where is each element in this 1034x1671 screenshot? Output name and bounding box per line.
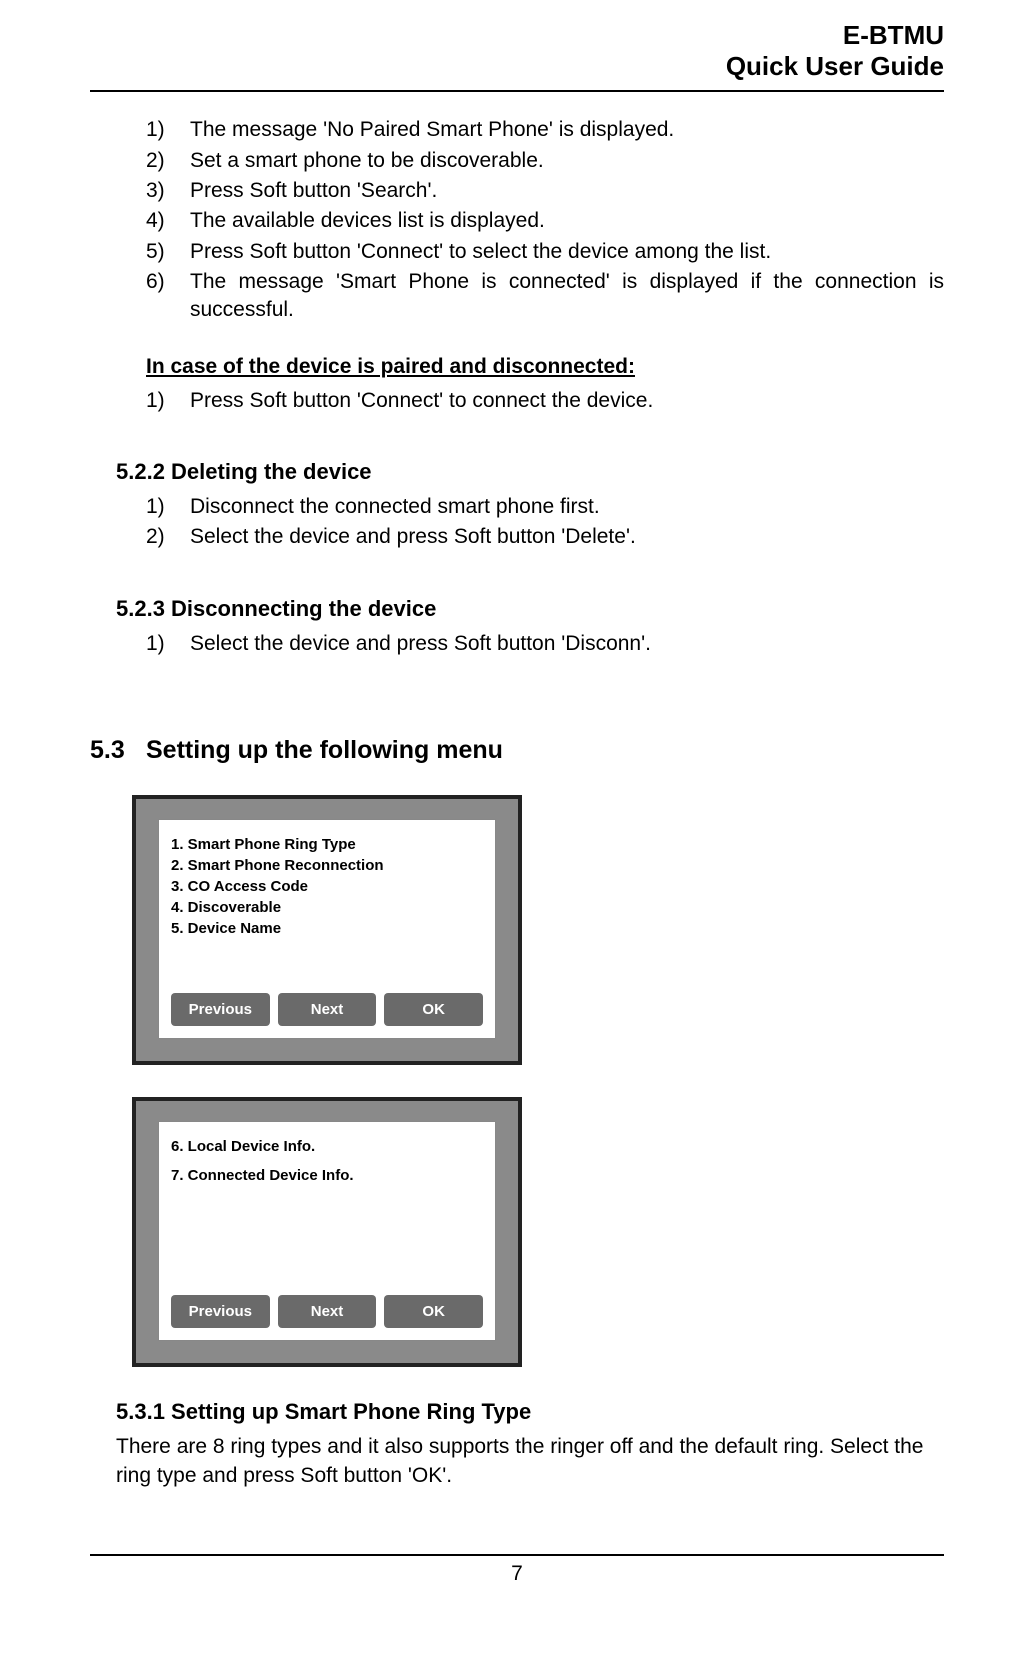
next-button[interactable]: Next	[278, 993, 377, 1026]
menu-item: 4. Discoverable	[171, 897, 483, 918]
heading-ring-type: 5.3.1 Setting up Smart Phone Ring Type	[90, 1399, 944, 1425]
list-item: 2)Select the device and press Soft butto…	[146, 523, 944, 551]
list-connect-step: 1)Press Soft button 'Connect' to connect…	[90, 387, 944, 415]
footer-rule	[90, 1554, 944, 1556]
soft-button-row: Previous Next OK	[171, 993, 483, 1026]
list-delete-steps: 1)Disconnect the connected smart phone f…	[90, 493, 944, 552]
heading-deleting-device: 5.2.2 Deleting the device	[90, 459, 944, 485]
header-rule	[90, 90, 944, 92]
device-screen-1: 1. Smart Phone Ring Type 2. Smart Phone …	[132, 795, 522, 1065]
header-line-2: Quick User Guide	[90, 51, 944, 82]
previous-button[interactable]: Previous	[171, 993, 270, 1026]
list-pairing-steps: 1)The message 'No Paired Smart Phone' is…	[90, 116, 944, 324]
list-item: 1)Disconnect the connected smart phone f…	[146, 493, 944, 521]
menu-list: 6. Local Device Info. 7. Connected Devic…	[171, 1136, 483, 1186]
subheading-paired-disconnected: In case of the device is paired and disc…	[90, 355, 635, 379]
heading-disconnecting-device: 5.2.3 Disconnecting the device	[90, 596, 944, 622]
list-item: 1)Select the device and press Soft butto…	[146, 630, 944, 658]
menu-item: 3. CO Access Code	[171, 876, 483, 897]
heading-number: 5.3	[90, 736, 146, 765]
heading-title: Setting up the following menu	[146, 736, 503, 765]
menu-list: 1. Smart Phone Ring Type 2. Smart Phone …	[171, 834, 483, 939]
list-item: 6)The message 'Smart Phone is connected'…	[146, 268, 944, 325]
screen-inner: 1. Smart Phone Ring Type 2. Smart Phone …	[158, 819, 496, 1039]
soft-button-row: Previous Next OK	[171, 1295, 483, 1328]
heading-setting-up-menu: 5.3 Setting up the following menu	[90, 736, 944, 765]
list-item: 1)The message 'No Paired Smart Phone' is…	[146, 116, 944, 144]
menu-item: 7. Connected Device Info.	[171, 1165, 483, 1186]
ok-button[interactable]: OK	[384, 993, 483, 1026]
menu-item: 5. Device Name	[171, 918, 483, 939]
header-line-1: E-BTMU	[90, 20, 944, 51]
paragraph-ring-type: There are 8 ring types and it also suppo…	[90, 1433, 944, 1490]
device-screen-2: 6. Local Device Info. 7. Connected Devic…	[132, 1097, 522, 1367]
page-header: E-BTMU Quick User Guide	[90, 20, 944, 82]
menu-item: 6. Local Device Info.	[171, 1136, 483, 1157]
list-item: 2)Set a smart phone to be discoverable.	[146, 147, 944, 175]
menu-item: 2. Smart Phone Reconnection	[171, 855, 483, 876]
list-item: 5)Press Soft button 'Connect' to select …	[146, 238, 944, 266]
list-item: 1)Press Soft button 'Connect' to connect…	[146, 387, 944, 415]
page-number: 7	[90, 1562, 944, 1586]
menu-item: 1. Smart Phone Ring Type	[171, 834, 483, 855]
screen-inner: 6. Local Device Info. 7. Connected Devic…	[158, 1121, 496, 1341]
ok-button[interactable]: OK	[384, 1295, 483, 1328]
list-item: 3)Press Soft button 'Search'.	[146, 177, 944, 205]
next-button[interactable]: Next	[278, 1295, 377, 1328]
list-disconnect-steps: 1)Select the device and press Soft butto…	[90, 630, 944, 658]
list-item: 4)The available devices list is displaye…	[146, 207, 944, 235]
previous-button[interactable]: Previous	[171, 1295, 270, 1328]
